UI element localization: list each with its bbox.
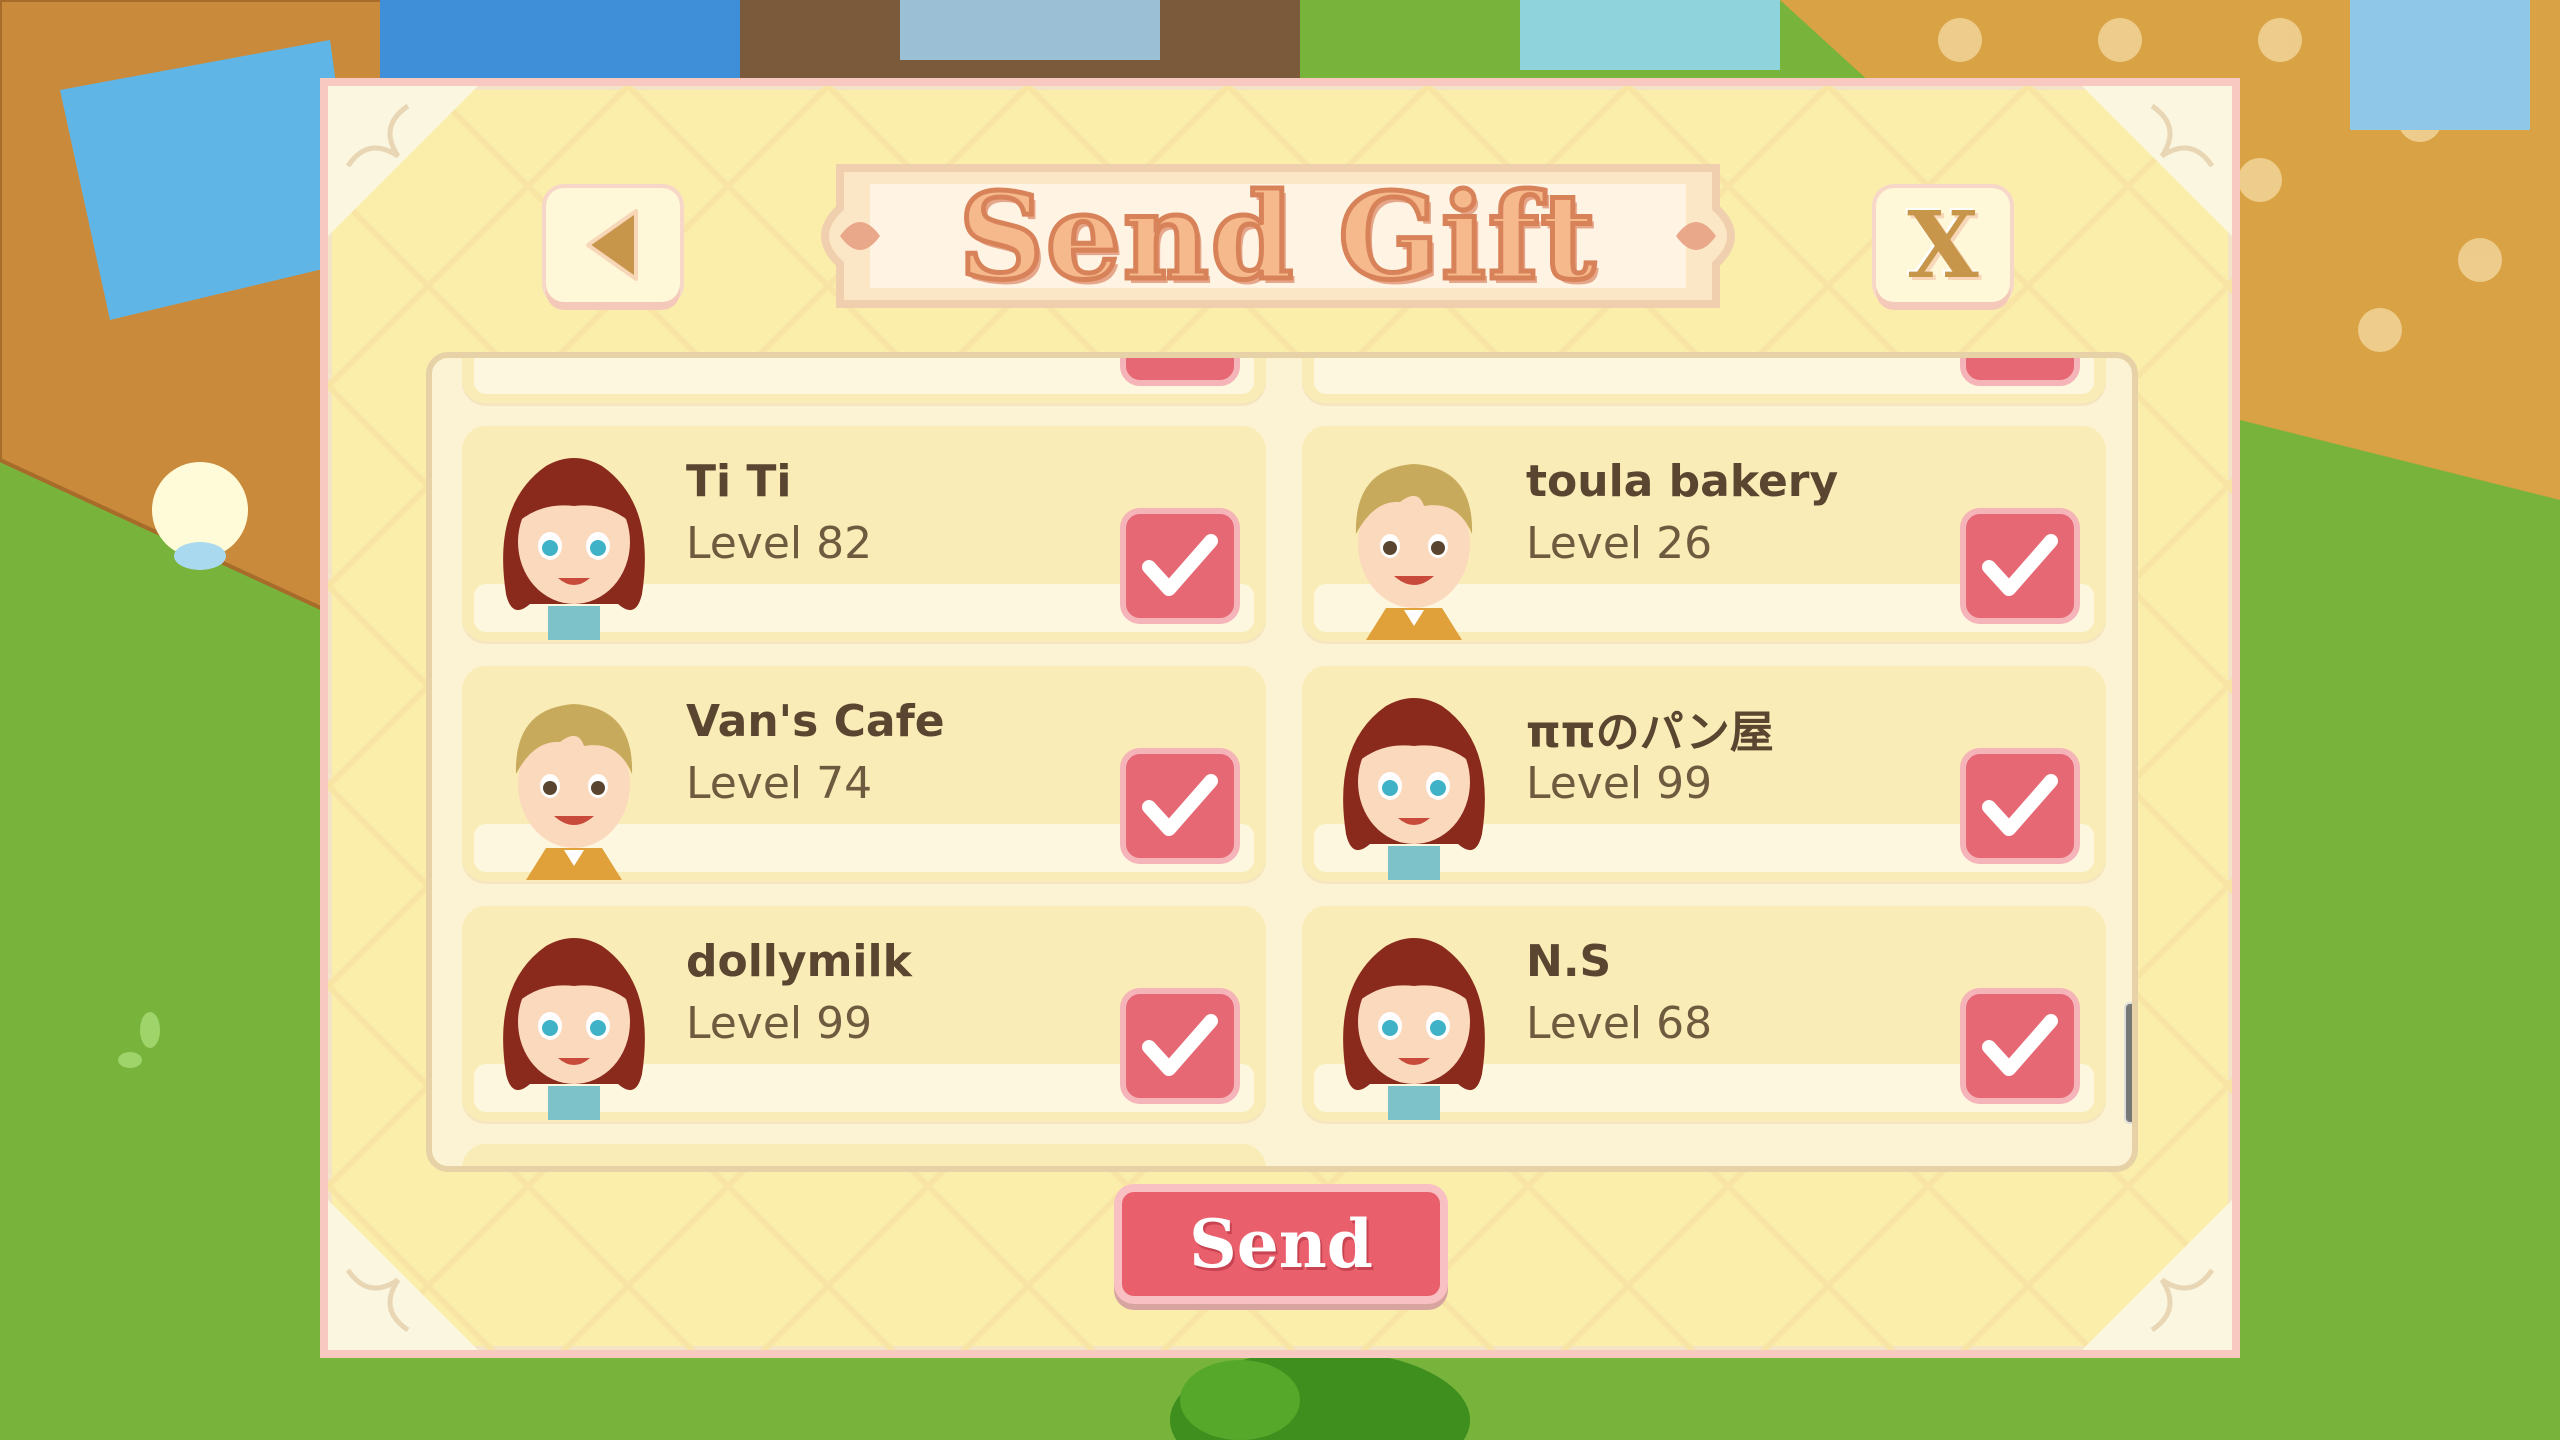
friend-level: Level 68	[1526, 998, 1713, 1049]
friend-name: toula bakery	[1526, 456, 1839, 507]
checkmark-icon	[1142, 774, 1218, 836]
list-item-partial	[462, 1144, 1266, 1166]
friend-list-item[interactable]: N.S Level 68	[1302, 906, 2106, 1124]
dialog-title: Send Gift	[956, 164, 1598, 308]
checkmark-icon	[1142, 1014, 1218, 1076]
title-banner: Send Gift	[800, 148, 1756, 324]
close-icon: X	[1907, 191, 1979, 299]
friend-list-item[interactable]: Van's Cafe Level 74	[462, 666, 1266, 884]
select-checkbox[interactable]	[1120, 748, 1240, 864]
girl-avatar	[1326, 924, 1502, 1120]
close-button[interactable]: X	[1876, 188, 2010, 302]
list-item-partial	[462, 358, 1266, 406]
scrollbar[interactable]	[2124, 1002, 2132, 1124]
checkmark-icon	[1982, 774, 2058, 836]
checkbox-checked[interactable]	[1960, 358, 2080, 386]
select-checkbox[interactable]	[1960, 988, 2080, 1104]
corner-ornament-icon	[328, 86, 478, 236]
friend-level: Level 99	[686, 998, 873, 1049]
checkmark-icon	[1982, 534, 2058, 596]
select-checkbox[interactable]	[1960, 508, 2080, 624]
friend-name: Van's Cafe	[686, 696, 945, 747]
corner-ornament-icon	[2082, 86, 2232, 236]
friend-list-scroll[interactable]: Ti Ti Level 82 toula bakery Level 26 Van's…	[432, 358, 2132, 1166]
send-button-label: Send	[1189, 1205, 1373, 1283]
corner-ornament-icon	[2082, 1200, 2232, 1350]
friend-level: Level 99	[1526, 758, 1713, 809]
select-checkbox[interactable]	[1960, 748, 2080, 864]
friend-level: Level 74	[686, 758, 873, 809]
friend-name: dollymilk	[686, 936, 912, 987]
boy-avatar	[486, 684, 662, 880]
friend-name: ππのパン屋	[1526, 707, 1774, 758]
checkmark-icon	[1142, 534, 1218, 596]
girl-avatar	[486, 444, 662, 640]
boy-avatar	[1326, 444, 1502, 640]
friend-level: Level 26	[1526, 518, 1713, 569]
friend-name: N.S	[1526, 936, 1612, 987]
checkmark-icon	[1982, 1014, 2058, 1076]
select-checkbox[interactable]	[1120, 988, 1240, 1104]
triangle-left-icon	[586, 209, 638, 281]
corner-ornament-icon	[328, 1200, 478, 1350]
checkbox-checked[interactable]	[1120, 358, 1240, 386]
friend-list-item[interactable]: toula bakery Level 26	[1302, 426, 2106, 644]
friend-list[interactable]: Ti Ti Level 82 toula bakery Level 26 Van's…	[426, 352, 2138, 1172]
send-gift-dialog: Send Gift X Ti Ti Level 82 toula bakery …	[320, 78, 2240, 1358]
girl-avatar	[486, 924, 662, 1120]
friend-level: Level 82	[686, 518, 873, 569]
select-checkbox[interactable]	[1120, 508, 1240, 624]
friend-list-item[interactable]: dollymilk Level 99	[462, 906, 1266, 1124]
back-button[interactable]	[546, 188, 680, 302]
friend-name: Ti Ti	[686, 456, 792, 507]
send-button[interactable]: Send	[1114, 1184, 1448, 1304]
girl-avatar	[1326, 684, 1502, 880]
friend-list-item[interactable]: ππのパン屋 Level 99	[1302, 666, 2106, 884]
friend-list-item[interactable]: Ti Ti Level 82	[462, 426, 1266, 644]
list-item-partial	[1302, 358, 2106, 406]
